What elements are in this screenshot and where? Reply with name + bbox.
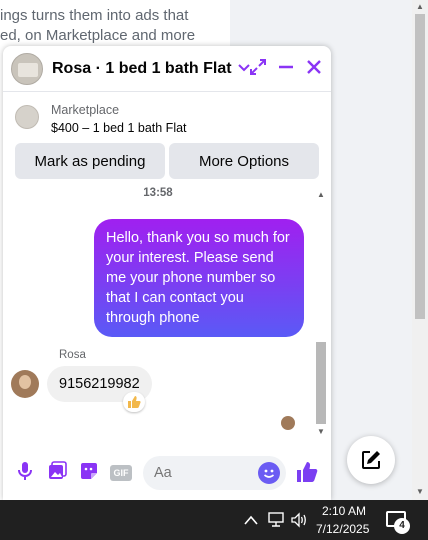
listing-avatar[interactable] [11,52,43,85]
chat-title[interactable]: Rosa · 1 bed 1 bath Flat [52,60,232,78]
thumbs-up-like-icon[interactable] [294,460,320,486]
page-scrollbar[interactable]: ▲ ▼ [412,0,428,500]
new-message-button[interactable] [347,436,395,484]
more-options-button[interactable]: More Options [169,143,319,179]
chat-scroll-thumb[interactable] [316,342,326,424]
listing-name: $400 – 1 bed 1 bath Flat [51,121,187,135]
page-scroll-thumb[interactable] [415,14,425,319]
thumbs-up-reaction-icon[interactable] [123,392,145,412]
listing-thumbnail [15,105,39,129]
chat-scrollbar[interactable]: ▲ ▼ [315,190,327,436]
minimize-icon[interactable] [277,58,295,76]
compose-icon [362,451,380,469]
message-composer: GIF [3,446,331,500]
message-list: 13:58 Hello, thank you so much for your … [3,183,313,441]
gif-button[interactable]: GIF [110,465,132,481]
notification-count-badge: 4 [394,518,410,534]
microphone-icon[interactable] [13,461,37,485]
show-hidden-icons-chevron-icon[interactable] [244,512,258,528]
listing-kind: Marketplace [51,103,120,117]
scroll-down-arrow-icon[interactable]: ▼ [416,487,424,496]
chat-scroll-down-icon[interactable]: ▼ [317,427,325,436]
message-timestamp: 13:58 [143,187,173,199]
expand-icon[interactable] [249,58,267,76]
mark-as-pending-button[interactable]: Mark as pending [15,143,165,179]
message-input-wrapper [132,456,286,490]
background-text-line-1: ings turns them into ads that [0,7,189,24]
outgoing-message[interactable]: Hello, thank you so much for your intere… [94,219,304,337]
volume-icon[interactable] [290,512,308,531]
incoming-sender-name: Rosa [59,349,86,361]
photo-icon[interactable] [45,461,69,485]
taskbar: 2:10 AM 7/12/2025 4 [0,500,428,540]
chat-window: Rosa · 1 bed 1 bath Flat Marketplace $40… [3,46,331,500]
clock-time[interactable]: 2:10 AM [322,504,366,518]
background-text-line-2: ed, on Marketplace and more [0,27,196,44]
chat-scroll-up-icon[interactable]: ▲ [317,190,325,199]
close-icon[interactable] [305,58,323,76]
seen-indicator-avatar [281,416,295,430]
emoji-icon[interactable] [258,462,280,484]
listing-actions: Mark as pending More Options [15,143,319,179]
clock-date[interactable]: 7/12/2025 [316,522,369,536]
network-icon[interactable] [267,512,285,531]
listing-summary[interactable]: Marketplace $400 – 1 bed 1 bath Flat [3,92,331,142]
sender-avatar[interactable] [11,370,39,398]
header-controls [249,58,323,76]
chat-header: Rosa · 1 bed 1 bath Flat [3,46,331,92]
chevron-down-icon[interactable] [237,63,250,75]
scroll-up-arrow-icon[interactable]: ▲ [416,2,424,11]
sticker-icon[interactable] [77,461,101,485]
